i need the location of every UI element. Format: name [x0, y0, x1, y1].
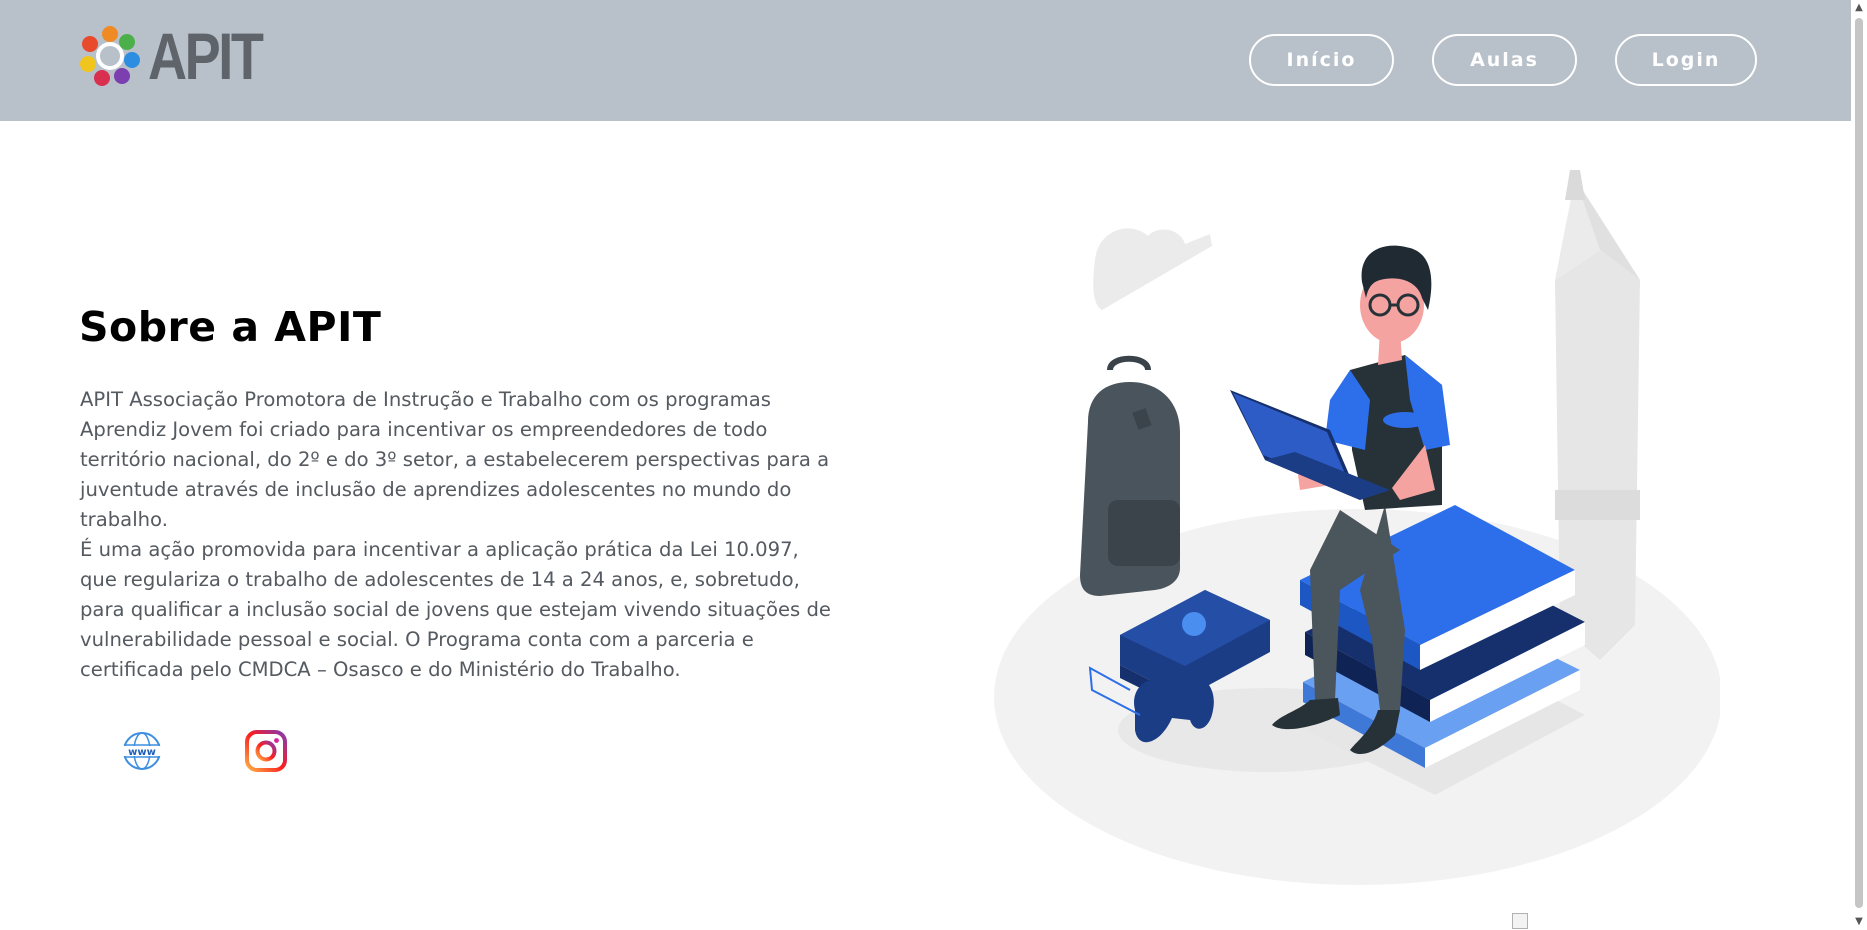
nav-aulas-button[interactable]: Aulas: [1432, 34, 1577, 86]
instagram-link[interactable]: [244, 729, 288, 773]
nav-login-button[interactable]: Login: [1615, 34, 1757, 86]
broken-image-icon: [1512, 913, 1528, 929]
website-link[interactable]: www: [120, 729, 164, 773]
page-scrollbar[interactable]: ▲ ▼: [1851, 0, 1867, 930]
scrollbar-thumb[interactable]: [1855, 18, 1863, 908]
student-illustration: [994, 170, 1720, 885]
about-paragraph-2: É uma ação promovida para incentivar a a…: [80, 538, 831, 681]
social-links: www: [120, 729, 288, 773]
main-nav: Início Aulas Login: [1249, 34, 1757, 86]
instagram-icon: [245, 730, 287, 772]
www-globe-icon: www: [123, 732, 161, 770]
about-paragraph-1: APIT Associação Promotora de Instrução e…: [80, 388, 830, 531]
backpack-shape: [1080, 355, 1180, 596]
cloud-shape: [1093, 228, 1212, 310]
nav-inicio-button[interactable]: Início: [1249, 34, 1394, 86]
page-title: Sobre a APIT: [79, 303, 382, 351]
site-logo[interactable]: APIT: [78, 19, 286, 93]
scroll-down-arrow-icon[interactable]: ▼: [1854, 917, 1864, 927]
logo-text: APIT: [148, 19, 264, 93]
about-description: APIT Associação Promotora de Instrução e…: [80, 385, 840, 685]
top-header: APIT Início Aulas Login: [0, 0, 1851, 121]
scroll-up-arrow-icon[interactable]: ▲: [1854, 3, 1864, 13]
svg-text:www: www: [128, 747, 156, 758]
logo-mark-icon: [80, 26, 140, 86]
